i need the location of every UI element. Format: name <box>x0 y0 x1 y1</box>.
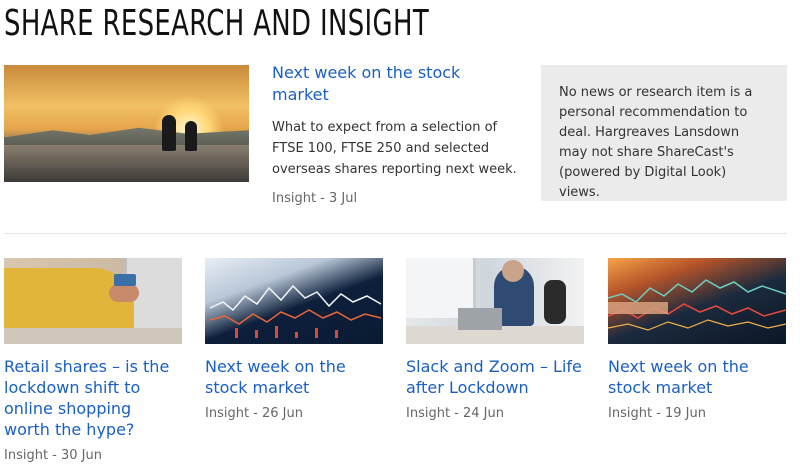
home-office-image[interactable] <box>406 258 584 344</box>
article-card-meta: Insight - 30 Jun <box>4 448 102 463</box>
disclaimer-box: No news or research item is a personal r… <box>541 65 787 201</box>
featured-article-meta: Insight - 3 Jul <box>272 191 358 206</box>
article-card[interactable]: Next week on the stock market Insight - … <box>205 258 383 424</box>
article-card-title-link[interactable]: Next week on the stock market <box>608 356 786 398</box>
credit-card <box>114 274 136 286</box>
article-card[interactable]: Next week on the stock market Insight - … <box>608 258 786 424</box>
laptop <box>458 308 502 330</box>
article-card-title-link[interactable]: Retail shares – is the lockdown shift to… <box>4 356 182 440</box>
road <box>4 145 249 182</box>
article-card-meta: Insight - 26 Jun <box>205 406 303 421</box>
stock-chart-tablet-image[interactable] <box>205 258 383 344</box>
hand <box>109 284 139 302</box>
featured-article-description: What to expect from a selection of FTSE … <box>272 120 517 177</box>
article-card[interactable]: Retail shares – is the lockdown shift to… <box>4 258 182 466</box>
page-title: SHARE RESEARCH AND INSIGHT <box>4 3 430 44</box>
head <box>502 260 524 282</box>
stock-chart-lines <box>209 284 382 338</box>
article-card-meta: Insight - 24 Jun <box>406 406 504 421</box>
stock-chart-lines <box>608 279 786 331</box>
disclaimer-text: No news or research item is a personal r… <box>559 85 753 200</box>
article-card[interactable]: Slack and Zoom – Life after Lockdown Ins… <box>406 258 584 424</box>
cyclist-silhouette <box>185 121 197 151</box>
chair <box>544 280 566 324</box>
desk <box>4 328 182 344</box>
featured-article-title-link[interactable]: Next week on the stock market <box>272 62 512 106</box>
section-divider <box>4 233 787 234</box>
cyclists-sunset-image[interactable] <box>4 65 249 182</box>
cyclist-silhouette <box>162 115 176 151</box>
article-card-title-link[interactable]: Slack and Zoom – Life after Lockdown <box>406 356 584 398</box>
stock-chart-screen-image[interactable] <box>608 258 786 344</box>
online-shopping-image[interactable] <box>4 258 182 344</box>
article-card-meta: Insight - 19 Jun <box>608 406 706 421</box>
article-card-title-link[interactable]: Next week on the stock market <box>205 356 383 398</box>
